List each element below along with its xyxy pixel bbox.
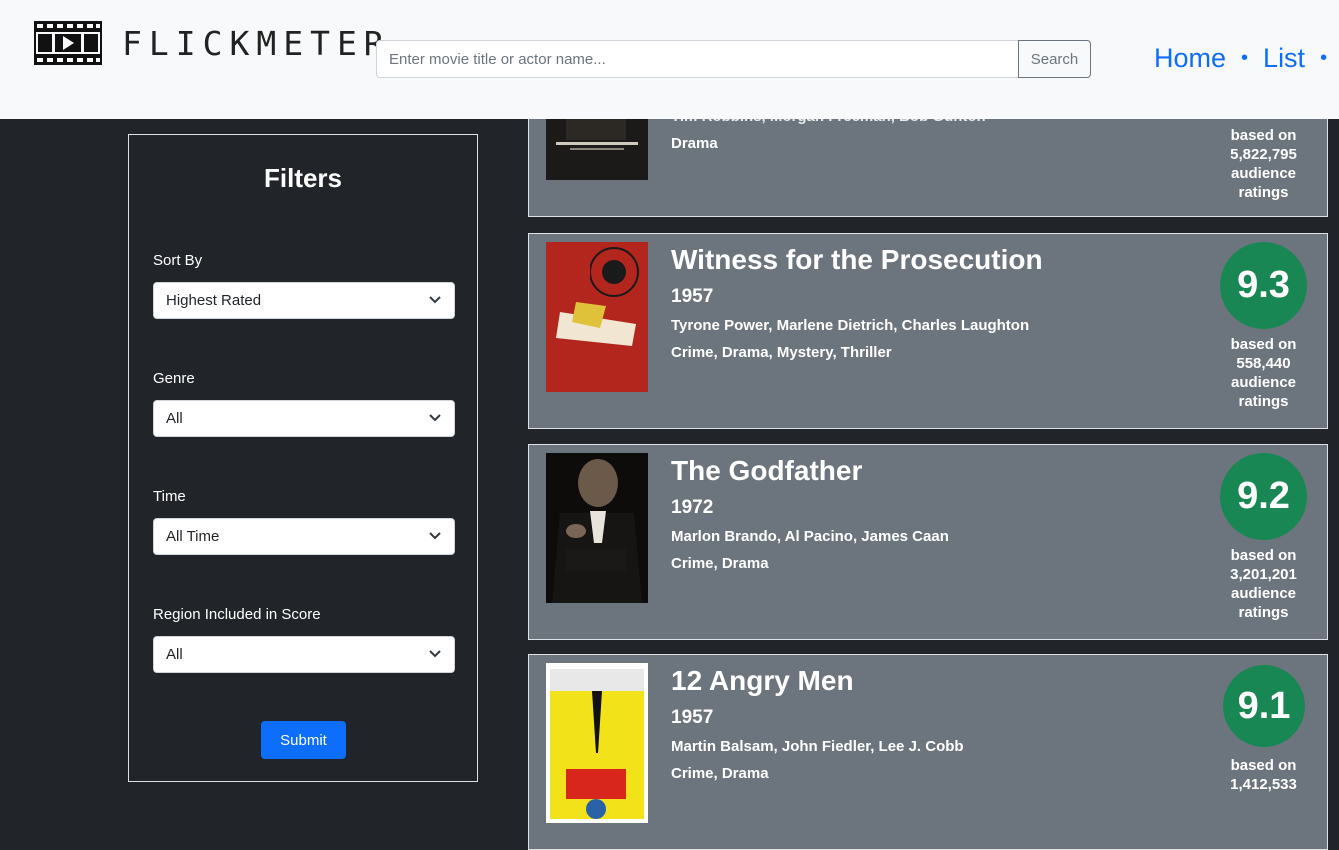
movie-card[interactable]: The Godfather 1972 Marlon Brando, Al Pac… bbox=[528, 444, 1328, 640]
search-button[interactable]: Search bbox=[1018, 40, 1091, 78]
rating-count: based on 5,822,795 audience ratings bbox=[1193, 126, 1334, 202]
movie-title[interactable]: Witness for the Prosecution bbox=[671, 244, 1043, 276]
movie-cast: Martin Balsam, John Fiedler, Lee J. Cobb bbox=[671, 738, 964, 755]
movie-year: 1957 bbox=[671, 286, 714, 307]
based-on-text: based on bbox=[1230, 547, 1297, 564]
region-value: All bbox=[166, 646, 183, 663]
rating-count: based on 558,440 audience ratings bbox=[1193, 335, 1334, 411]
movie-year: 1957 bbox=[671, 707, 714, 728]
chevron-down-icon bbox=[429, 650, 441, 658]
score-badge: 9.2 bbox=[1220, 453, 1307, 540]
ratings-count-value: 5,822,795 bbox=[1230, 146, 1297, 163]
time-value: All Time bbox=[166, 528, 220, 545]
movie-poster[interactable] bbox=[546, 663, 648, 823]
based-on-text: audience bbox=[1230, 585, 1297, 602]
chevron-down-icon bbox=[429, 296, 441, 304]
based-on-text: based on bbox=[1230, 127, 1297, 144]
based-on-text: ratings bbox=[1238, 184, 1289, 201]
based-on-text: ratings bbox=[1238, 393, 1289, 410]
top-navbar: FLICKMETER Search Home • List • bbox=[0, 0, 1339, 119]
nav-separator: • bbox=[1241, 47, 1249, 69]
ratings-count-value: 558,440 bbox=[1236, 355, 1291, 372]
chevron-down-icon bbox=[429, 532, 441, 540]
chevron-down-icon bbox=[429, 414, 441, 422]
based-on-text: based on bbox=[1230, 336, 1297, 353]
region-label: Region Included in Score bbox=[153, 606, 321, 623]
movie-year: 1972 bbox=[671, 497, 714, 518]
submit-button[interactable]: Submit bbox=[261, 721, 346, 759]
brand-name: FLICKMETER bbox=[122, 23, 391, 63]
nav-list-link[interactable]: List bbox=[1263, 43, 1305, 74]
genre-value: All bbox=[166, 410, 183, 427]
movie-poster[interactable] bbox=[546, 242, 648, 392]
based-on-text: audience bbox=[1230, 165, 1297, 182]
genre-select[interactable]: All bbox=[153, 400, 455, 437]
movie-title[interactable]: The Godfather bbox=[671, 455, 862, 487]
movie-card[interactable]: 12 Angry Men 1957 Martin Balsam, John Fi… bbox=[528, 654, 1328, 850]
based-on-text: ratings bbox=[1238, 604, 1289, 621]
ratings-count-value: 3,201,201 bbox=[1230, 566, 1297, 583]
genre-label: Genre bbox=[153, 370, 195, 387]
based-on-text: based on bbox=[1230, 757, 1297, 774]
filters-title: Filters bbox=[263, 163, 343, 193]
time-label: Time bbox=[153, 488, 186, 505]
movie-poster[interactable] bbox=[546, 453, 648, 603]
search-input[interactable] bbox=[376, 40, 1018, 78]
sort-by-value: Highest Rated bbox=[166, 292, 262, 309]
nav-home-link[interactable]: Home bbox=[1154, 43, 1226, 74]
movie-genres: Crime, Drama, Mystery, Thriller bbox=[671, 344, 892, 361]
rating-count: based on 3,201,201 audience ratings bbox=[1193, 546, 1334, 622]
brand-logo[interactable]: FLICKMETER bbox=[34, 21, 391, 65]
movie-genres: Drama bbox=[671, 135, 718, 152]
filters-panel: Filters Sort By Highest Rated Genre All … bbox=[128, 134, 478, 782]
movie-title[interactable]: 12 Angry Men bbox=[671, 665, 854, 697]
score-badge: 9.1 bbox=[1223, 665, 1305, 747]
based-on-text: audience bbox=[1230, 374, 1297, 391]
region-select[interactable]: All bbox=[153, 636, 455, 673]
ratings-count-value: 1,412,533 bbox=[1230, 776, 1297, 793]
rating-count: based on 1,412,533 bbox=[1193, 756, 1334, 794]
nav-separator: • bbox=[1320, 47, 1328, 69]
sort-by-label: Sort By bbox=[153, 252, 203, 269]
movie-cast: Marlon Brando, Al Pacino, James Caan bbox=[671, 528, 949, 545]
time-select[interactable]: All Time bbox=[153, 518, 455, 555]
film-strip-icon bbox=[34, 21, 102, 65]
movie-genres: Crime, Drama bbox=[671, 765, 769, 782]
score-badge: 9.3 bbox=[1220, 242, 1307, 329]
search-form: Search bbox=[376, 40, 1091, 78]
movie-card[interactable]: Witness for the Prosecution 1957 Tyrone … bbox=[528, 233, 1328, 429]
movie-cast: Tyrone Power, Marlene Dietrich, Charles … bbox=[671, 317, 1030, 334]
main-nav: Home • List • bbox=[1154, 43, 1339, 74]
movie-genres: Crime, Drama bbox=[671, 555, 769, 572]
sort-by-select[interactable]: Highest Rated bbox=[153, 282, 455, 319]
